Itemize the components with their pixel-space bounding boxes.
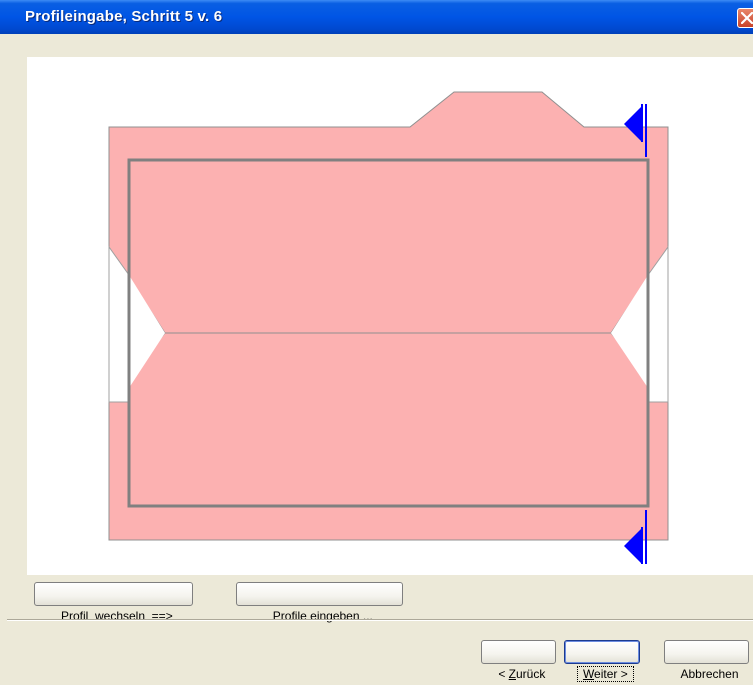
close-icon — [741, 12, 753, 24]
title-bar: Profileingabe, Schritt 5 v. 6 — [0, 0, 753, 34]
next-mnemonic: W — [582, 667, 595, 681]
next-focus-rect: Weiter > — [576, 666, 634, 682]
close-button[interactable] — [737, 8, 753, 28]
left-notch — [108, 245, 130, 403]
profile-drawing — [108, 91, 669, 564]
next-button[interactable]: Weiter > — [564, 640, 640, 682]
back-button[interactable]: < Zurück — [481, 640, 556, 681]
next-label: eiter > — [594, 667, 628, 681]
right-notch — [647, 245, 669, 403]
back-prefix: < — [498, 667, 509, 681]
profile-drawing-area[interactable] — [27, 57, 753, 575]
switch-profile-button[interactable]: Profil wechseln ==> — [34, 582, 193, 623]
back-mnemonic: Z — [508, 667, 516, 681]
back-label: urück — [516, 667, 546, 681]
button-separator — [7, 619, 753, 621]
enter-profiles-button[interactable]: Profile eingeben ... — [236, 582, 403, 623]
cancel-label: Abbrechen — [680, 667, 739, 681]
window-title: Profileingabe, Schritt 5 v. 6 — [25, 8, 223, 25]
cancel-button[interactable]: Abbrechen — [664, 640, 749, 681]
